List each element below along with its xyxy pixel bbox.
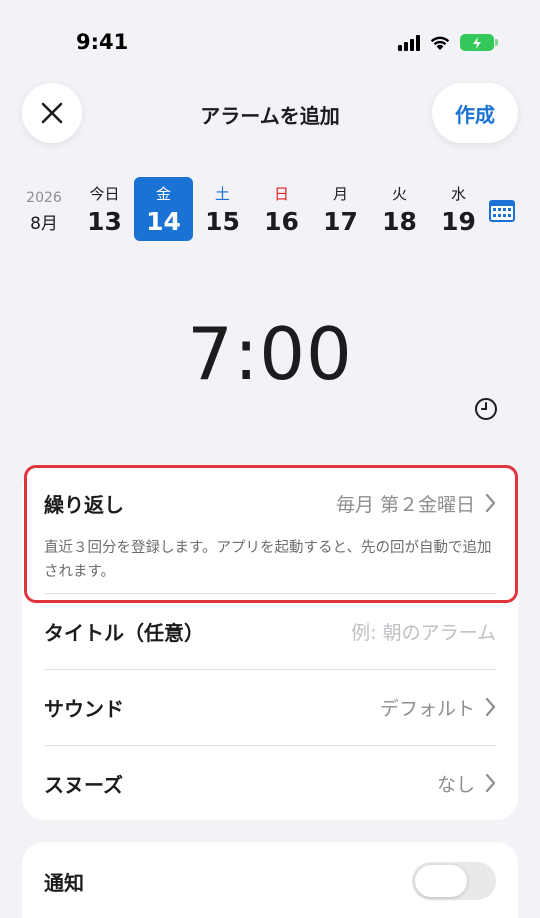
status-time: 9:41 [76,30,129,54]
month-label: 8月 [30,214,58,234]
status-icons [398,34,498,51]
battery-icon [460,34,498,51]
day-weekday: 土 [214,185,230,203]
notification-row: 通知 [44,844,496,918]
repeat-value: 毎月 第２金曜日 [336,490,496,517]
snooze-label: スヌーズ [44,772,123,797]
title-label: タイトル（任意） [44,620,204,645]
day-number: 16 [264,207,299,236]
snooze-row[interactable]: スヌーズ なし [44,746,496,820]
day-19[interactable]: 水 19 [429,177,488,241]
wifi-icon [430,36,450,50]
status-bar: 9:41 [0,0,540,80]
notification-card: 通知 [22,842,518,918]
notification-toggle[interactable] [412,862,496,900]
repeat-row[interactable]: 繰り返し 毎月 第２金曜日 [44,466,496,540]
day-number: 14 [146,207,181,236]
sound-label: サウンド [44,696,124,721]
day-weekday: 今日 [89,185,120,203]
day-weekday: 月 [332,185,348,203]
day-15[interactable]: 土 15 [193,177,252,241]
day-number: 15 [205,207,240,236]
sound-value: デフォルト [380,694,496,721]
calendar-icon[interactable] [488,197,516,223]
chevron-right-icon [485,773,496,793]
create-button[interactable]: 作成 [432,83,518,143]
repeat-value-text: 毎月 第２金曜日 [335,493,475,516]
day-number: 13 [87,207,122,236]
sound-value-text: デフォルト [379,697,475,720]
year-month: 2026 8月 [24,190,64,234]
chevron-right-icon [485,697,496,717]
day-number: 17 [323,207,358,236]
day-14-selected[interactable]: 金 14 [134,177,193,241]
day-number: 18 [382,207,417,236]
day-weekday: 金 [155,185,171,203]
settings-card: 繰り返し 毎月 第２金曜日 直近３回分を登録します。アプリを起動すると、先の回が… [22,466,518,820]
day-weekday: 日 [273,185,289,203]
year-label: 2026 [26,190,62,206]
day-weekday: 水 [450,185,466,203]
day-number: 19 [441,207,476,236]
title-input-placeholder[interactable]: 例: 朝のアラーム [351,618,496,645]
repeat-label: 繰り返し [44,492,124,517]
day-13[interactable]: 今日 13 [75,177,134,241]
repeat-description: 直近３回分を登録します。アプリを起動すると、先の回が自動で追加されます。 [44,540,492,580]
chevron-right-icon [485,493,496,513]
day-weekday: 火 [391,185,407,203]
day-17[interactable]: 月 17 [311,177,370,241]
alarm-time[interactable]: 7:00 [0,312,540,396]
cellular-signal-icon [398,34,420,51]
title-row[interactable]: タイトル（任意） 例: 朝のアラーム [44,594,496,668]
clock-icon[interactable] [474,397,498,421]
snooze-value: なし [437,770,496,797]
sound-row[interactable]: サウンド デフォルト [44,670,496,744]
day-18[interactable]: 火 18 [370,177,429,241]
snooze-value-text: なし [436,773,475,796]
notification-label: 通知 [44,870,84,895]
day-16[interactable]: 日 16 [252,177,311,241]
